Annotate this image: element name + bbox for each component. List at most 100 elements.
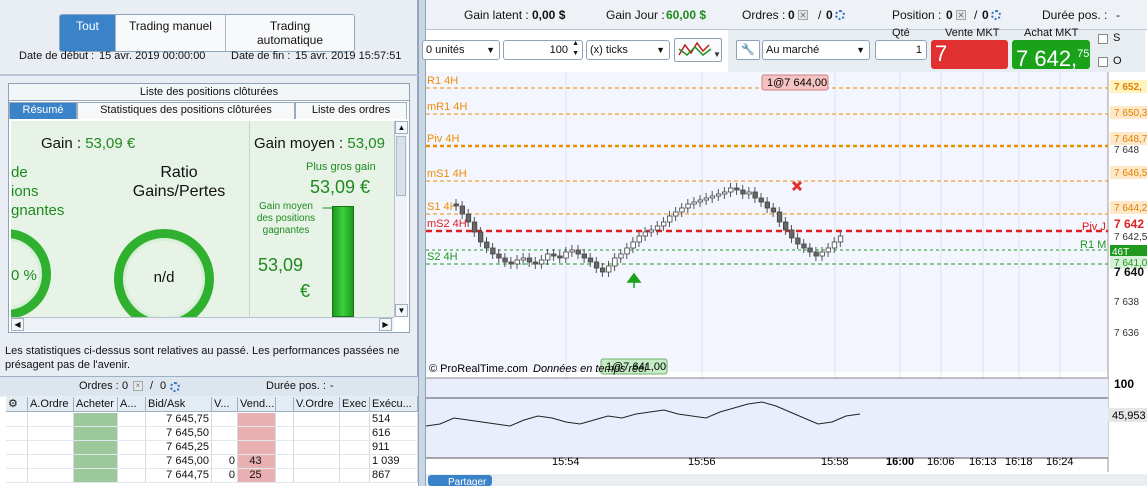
col-vendre[interactable]: Vend... xyxy=(238,397,276,411)
buy-button[interactable]: 7 642,75 xyxy=(1012,40,1090,71)
gain-moyen-label: Gain moyen : xyxy=(254,135,344,152)
col-bid-ask[interactable]: Bid/Ask xyxy=(146,397,212,411)
tab-trading-automatique[interactable]: Trading automatique xyxy=(226,15,354,51)
gain-moyen-value: 53,09 xyxy=(347,135,385,152)
candle xyxy=(728,187,734,193)
gain-jour-label: Gain Jour : xyxy=(606,8,665,22)
candle xyxy=(587,257,594,263)
price-tick-label: 7 644,2 xyxy=(1114,203,1147,214)
scroll-left-icon[interactable]: ◀ xyxy=(11,318,24,331)
col-a[interactable]: A... xyxy=(118,397,146,411)
ticks-select[interactable]: (x) ticks ▼ xyxy=(586,40,670,60)
side-fragment: de ions gnantes xyxy=(11,163,64,220)
cell-vend xyxy=(238,427,276,441)
candle xyxy=(630,241,636,249)
cell-bidask: 7 645,75 xyxy=(146,413,212,427)
orders-settings-icon[interactable] xyxy=(835,10,845,20)
col-exec[interactable]: Exec xyxy=(340,397,370,411)
chevron-down-icon: ▼ xyxy=(486,45,495,55)
cell-v xyxy=(212,413,238,427)
pivot-label: mR1 4H xyxy=(427,101,467,113)
plus-gros-gain-value: 53,09 € xyxy=(310,177,371,197)
quantity-stepper[interactable]: 100 ▲ ▼ xyxy=(503,40,583,60)
candle xyxy=(819,251,825,257)
candle xyxy=(642,231,649,237)
pivot-label: S1 4H xyxy=(427,201,458,213)
duree-pos-label: Durée pos. : xyxy=(1042,8,1108,22)
candle xyxy=(685,203,691,209)
gain-jour-value: 60,00 $ xyxy=(666,8,707,22)
candle xyxy=(734,187,740,191)
gain-moyen-pos-unit: € xyxy=(300,281,311,301)
col-v[interactable]: V... xyxy=(212,397,238,411)
col-execu[interactable]: Exécu... xyxy=(370,397,418,411)
candle xyxy=(782,221,789,231)
tab-trading-manuel[interactable]: Trading manuel xyxy=(116,15,226,51)
cell-v xyxy=(212,427,238,441)
stop-checkbox[interactable] xyxy=(1098,34,1108,44)
chevron-down-icon: ▼ xyxy=(856,45,865,55)
ratio-label-2: Gains/Pertes xyxy=(132,183,226,200)
subtab-liste-ordres[interactable]: Liste des ordres xyxy=(295,102,407,119)
sell-button[interactable]: 7 642,50 xyxy=(931,40,1008,99)
wrench-icon[interactable]: 🔧 xyxy=(736,40,760,60)
cancel-orders-icon[interactable]: × xyxy=(133,381,143,391)
units-select[interactable]: 0 unités ▼ xyxy=(422,40,500,60)
qty-value: 100 xyxy=(549,44,568,56)
subtab-statistiques[interactable]: Statistiques des positions clôturées xyxy=(77,102,295,119)
position-settings-icon[interactable] xyxy=(991,10,1001,20)
gain-latent-label: Gain latent : xyxy=(464,8,529,22)
candle xyxy=(575,249,581,255)
panel-title: Liste des positions clôturées xyxy=(9,84,409,101)
candle xyxy=(654,225,661,231)
qte-input[interactable]: 1 xyxy=(875,40,927,60)
gain-value: 53,09 € xyxy=(85,135,136,152)
cancel-orders-icon[interactable]: × xyxy=(798,9,808,21)
candle xyxy=(465,213,472,223)
candle xyxy=(563,251,569,259)
candle xyxy=(807,247,813,253)
price-tick-label: 7 638 xyxy=(1114,297,1139,308)
time-tick-label: 15:58 xyxy=(821,456,849,468)
order-checkbox[interactable] xyxy=(1098,57,1108,67)
table-row[interactable]: 7 645,75 514 xyxy=(6,413,418,427)
candle xyxy=(606,265,612,273)
cell-exec: 514 xyxy=(370,413,418,427)
table-row[interactable]: 7 644,75 0 25 867 xyxy=(6,469,418,483)
chart-type-button[interactable]: ▼ xyxy=(674,38,722,62)
stepper-arrows-icon[interactable]: ▲ ▼ xyxy=(572,39,579,59)
tab-tout[interactable]: Tout xyxy=(60,15,116,51)
price-tick-label: 7 636 xyxy=(1114,328,1139,339)
table-row[interactable]: 7 645,00 0 43 1 039 xyxy=(6,455,418,469)
candle xyxy=(801,243,807,249)
order-type-select[interactable]: Au marché ▼ xyxy=(762,40,870,60)
col-acheter[interactable]: Acheter xyxy=(74,397,118,411)
left-ring-value: 0 % xyxy=(11,267,37,284)
orders-settings-icon[interactable] xyxy=(170,382,180,392)
candle xyxy=(514,259,520,265)
table-row[interactable]: 7 645,50 616 xyxy=(6,427,418,441)
ticker-icon[interactable]: ⚙ xyxy=(6,397,28,411)
ordres-value-2: 0 xyxy=(826,8,833,22)
scroll-up-icon[interactable]: ▲ xyxy=(395,121,408,134)
subtab-resume[interactable]: Résumé xyxy=(9,102,77,119)
close-position-icon[interactable]: × xyxy=(956,9,966,21)
col-v-ordre[interactable]: V.Ordre xyxy=(294,397,340,411)
col-icon[interactable] xyxy=(276,397,294,411)
cell-bidask: 7 645,25 xyxy=(146,441,212,455)
candle xyxy=(581,253,588,259)
vertical-scrollbar[interactable]: ▲ ▼ xyxy=(394,121,408,317)
position-value-2: 0 xyxy=(982,8,989,22)
col-a-ordre[interactable]: A.Ordre xyxy=(28,397,74,411)
price-chart[interactable]: R1 4H mR1 4H Piv 4H mS1 4H S1 4H mS2 4H S2 4H P… xyxy=(426,72,1147,486)
candle xyxy=(837,235,844,243)
scroll-thumb[interactable] xyxy=(396,136,406,196)
scroll-right-icon[interactable]: ▶ xyxy=(379,318,392,331)
position-label: Position : xyxy=(892,8,942,22)
table-row[interactable]: 7 645,25 911 xyxy=(6,441,418,455)
chart-icon: ▼ xyxy=(678,41,721,59)
pivot-label: mS1 4H xyxy=(427,168,467,180)
panel-splitter[interactable] xyxy=(418,0,426,486)
scroll-down-icon[interactable]: ▼ xyxy=(395,304,408,317)
horizontal-scrollbar[interactable]: ◀ ▶ xyxy=(11,317,394,331)
